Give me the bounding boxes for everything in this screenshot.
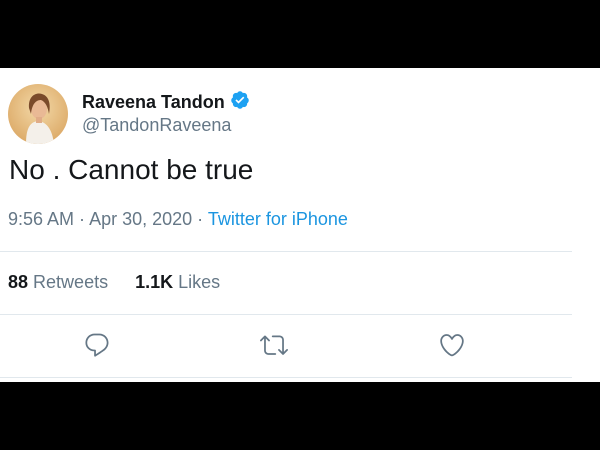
tweet-time[interactable]: 9:56 AM bbox=[8, 209, 74, 229]
retweets-label: Retweets bbox=[33, 272, 109, 292]
tweet-stats: 88 Retweets 1.1K Likes bbox=[8, 272, 220, 293]
tweet-source-link[interactable]: Twitter for iPhone bbox=[208, 209, 348, 229]
likes-stat[interactable]: 1.1K Likes bbox=[135, 272, 220, 293]
divider bbox=[0, 251, 572, 252]
reply-button[interactable] bbox=[83, 331, 111, 359]
verified-badge-icon bbox=[230, 90, 250, 115]
avatar[interactable] bbox=[8, 84, 68, 144]
retweet-icon bbox=[260, 335, 288, 355]
tweet-card: Raveena Tandon @TandonRaveena No . Canno… bbox=[0, 68, 600, 382]
reply-icon bbox=[85, 333, 109, 357]
meta-separator: · bbox=[192, 209, 208, 229]
avatar-image bbox=[8, 84, 68, 144]
divider bbox=[0, 377, 572, 378]
like-icon bbox=[440, 334, 464, 357]
retweet-button[interactable] bbox=[260, 331, 288, 359]
like-button[interactable] bbox=[438, 331, 466, 359]
divider bbox=[0, 314, 572, 315]
author-name-row: Raveena Tandon bbox=[82, 90, 250, 115]
retweets-stat[interactable]: 88 Retweets bbox=[8, 272, 108, 293]
likes-count: 1.1K bbox=[135, 272, 174, 292]
retweets-count: 88 bbox=[8, 272, 29, 292]
tweet-meta: 9:56 AM · Apr 30, 2020 · Twitter for iPh… bbox=[8, 209, 348, 230]
meta-separator: · bbox=[74, 209, 90, 229]
author-handle[interactable]: @TandonRaveena bbox=[82, 115, 231, 136]
tweet-date[interactable]: Apr 30, 2020 bbox=[89, 209, 192, 229]
tweet-text: No . Cannot be true bbox=[9, 154, 254, 185]
likes-label: Likes bbox=[178, 272, 221, 292]
author-display-name[interactable]: Raveena Tandon bbox=[82, 92, 225, 113]
